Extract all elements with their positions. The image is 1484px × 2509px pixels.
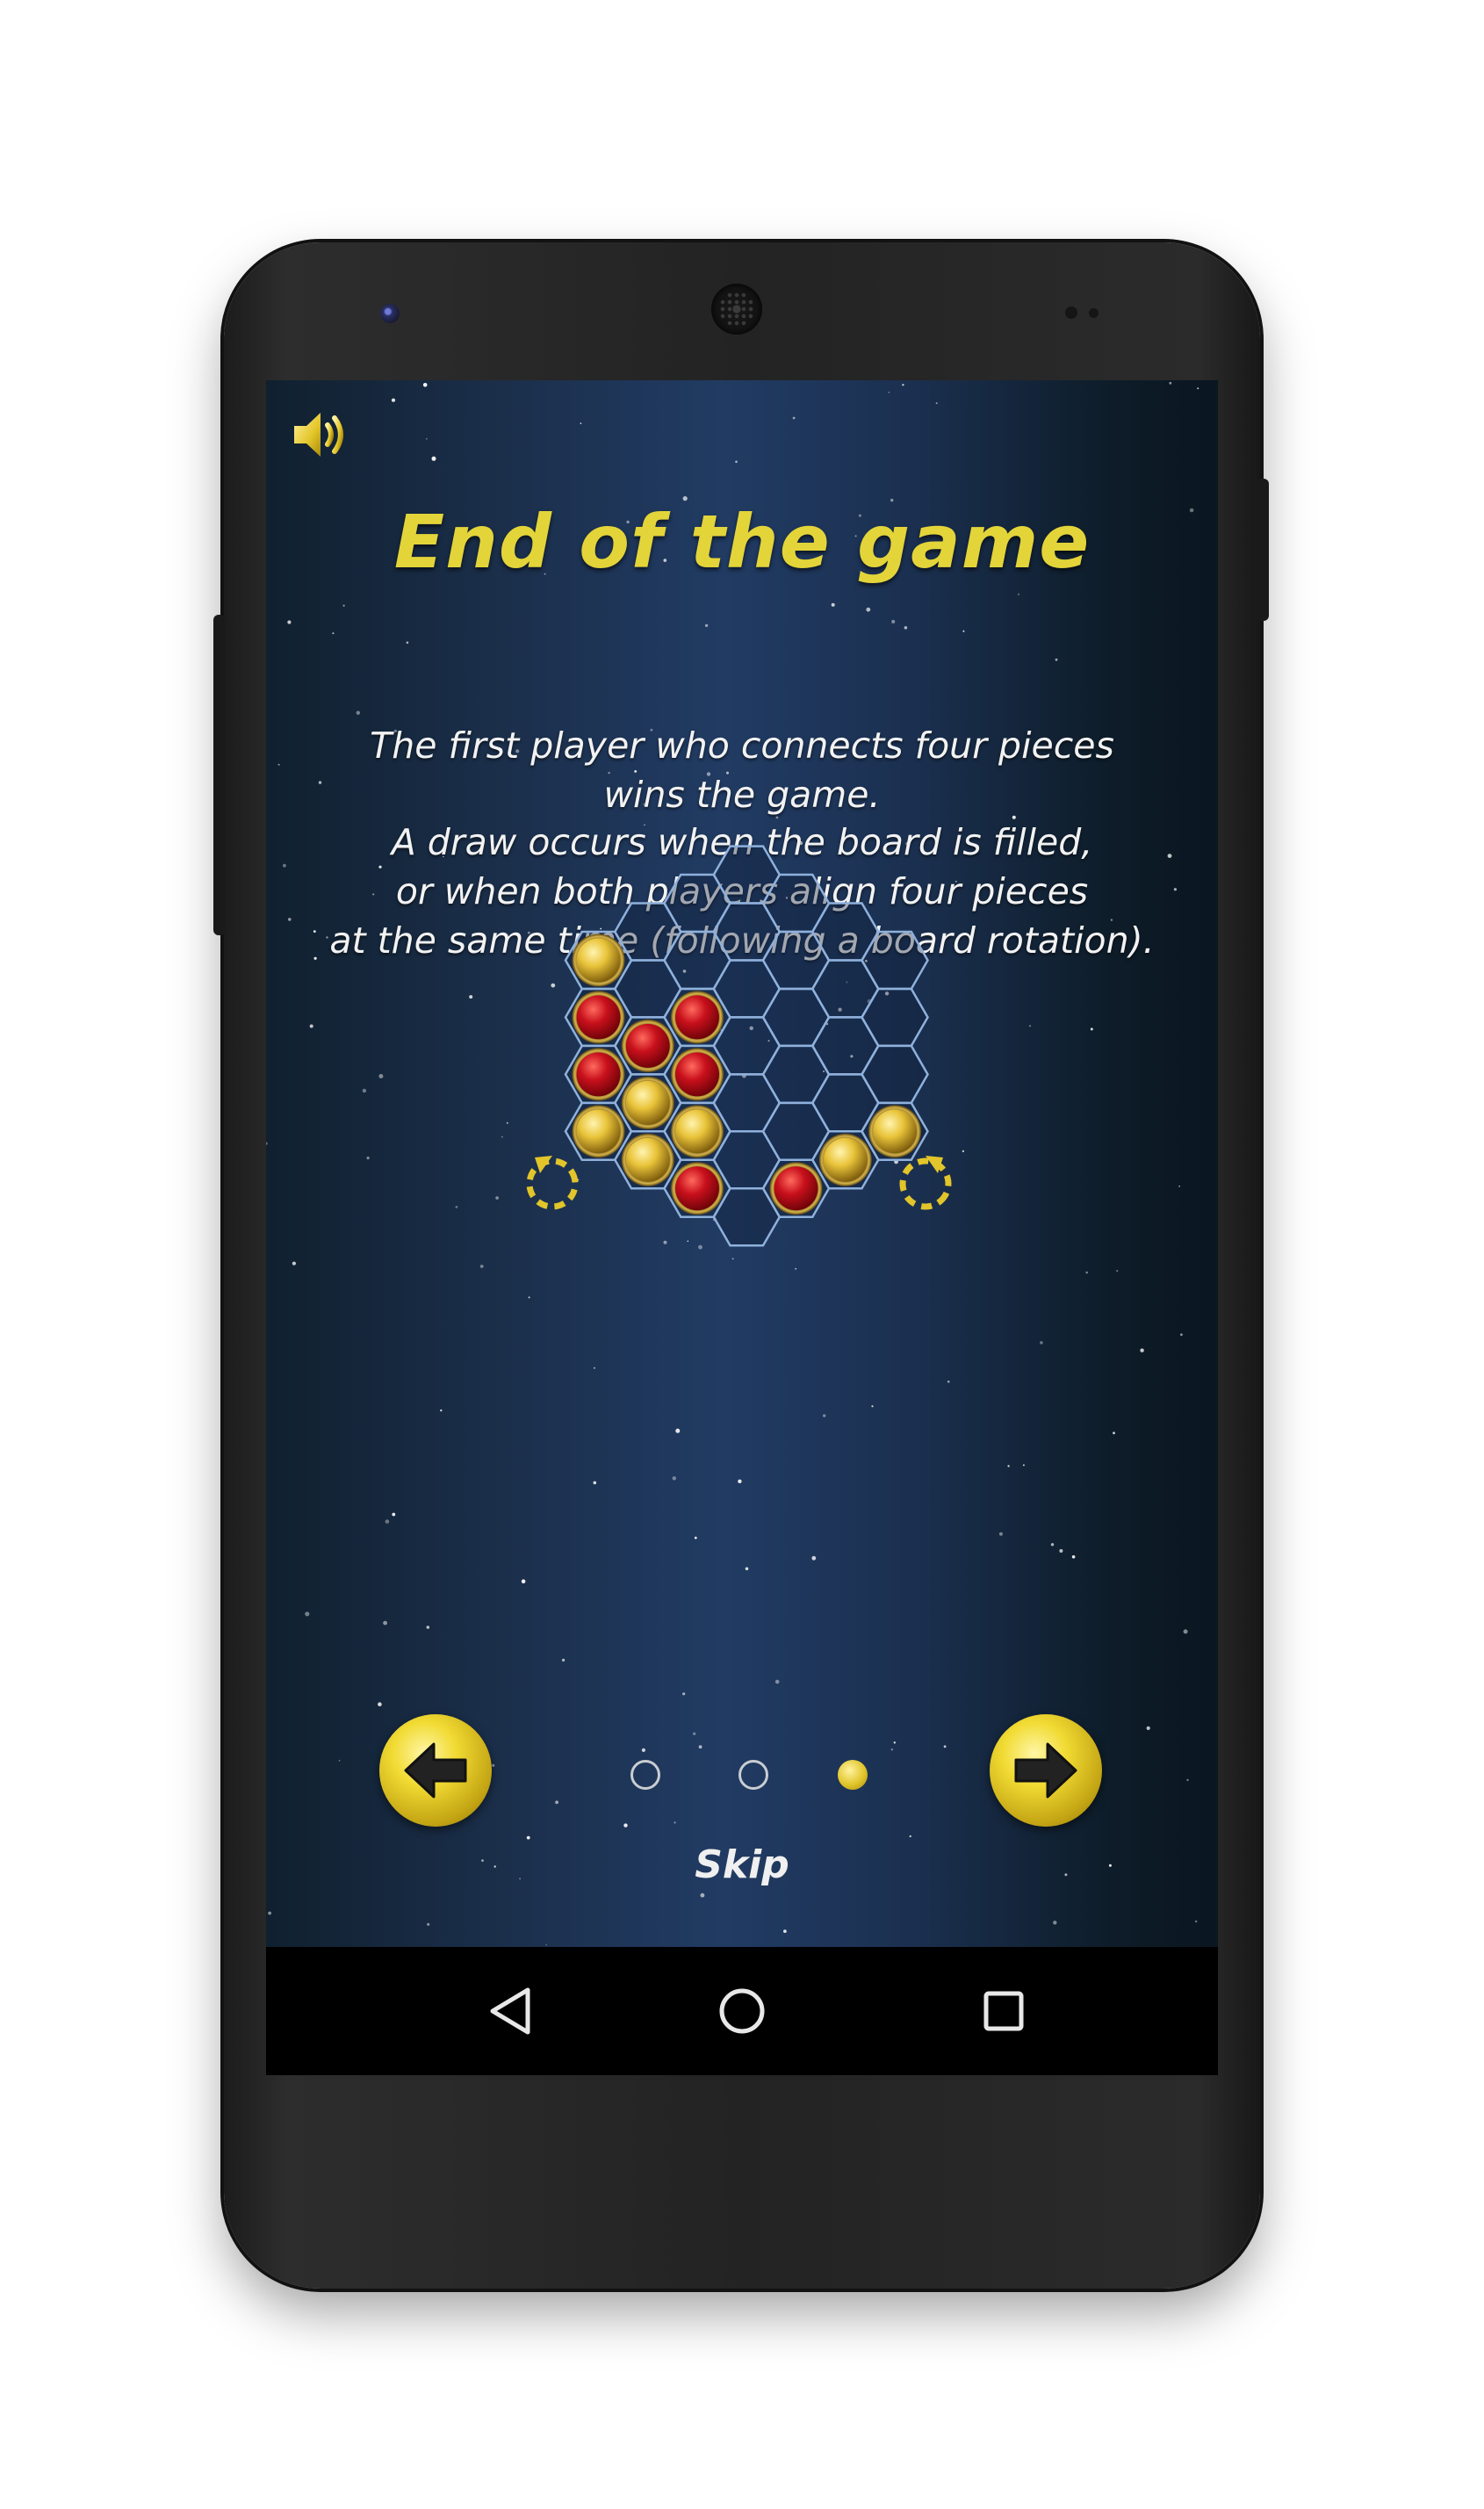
skip-button[interactable]: Skip bbox=[266, 1842, 1218, 1887]
yellow-piece bbox=[621, 1076, 674, 1129]
page-indicator-dot bbox=[630, 1760, 660, 1790]
proximity-sensor bbox=[1065, 306, 1077, 319]
page-indicator-dot bbox=[738, 1760, 768, 1790]
nav-recents-button[interactable] bbox=[969, 1976, 1039, 2046]
earpiece-speaker bbox=[711, 284, 762, 335]
red-piece bbox=[671, 1162, 724, 1215]
front-camera bbox=[380, 304, 400, 323]
volume-button bbox=[213, 615, 226, 935]
red-piece bbox=[671, 1048, 724, 1101]
yellow-piece bbox=[671, 1105, 724, 1158]
triangle-back-icon bbox=[490, 1987, 530, 2035]
light-sensor bbox=[1089, 308, 1099, 318]
red-piece bbox=[671, 991, 724, 1044]
page-indicator-dot-active bbox=[838, 1760, 868, 1790]
yellow-piece bbox=[818, 1133, 872, 1186]
square-recents-icon bbox=[983, 1991, 1024, 2031]
nav-home-button[interactable] bbox=[707, 1976, 777, 2046]
red-piece bbox=[572, 1048, 625, 1101]
yellow-piece bbox=[868, 1105, 921, 1158]
app-screen: End of the game The first player who con… bbox=[266, 380, 1218, 1947]
red-piece bbox=[769, 1162, 823, 1215]
hex-game-board[interactable] bbox=[266, 380, 1218, 1947]
red-piece bbox=[621, 1019, 674, 1072]
yellow-piece bbox=[572, 934, 625, 987]
yellow-piece bbox=[621, 1133, 674, 1186]
previous-button[interactable] bbox=[379, 1714, 492, 1827]
arrow-left-icon bbox=[404, 1742, 467, 1799]
nav-back-button[interactable] bbox=[477, 1976, 547, 2046]
next-button[interactable] bbox=[990, 1714, 1102, 1827]
red-piece bbox=[572, 991, 625, 1044]
power-button bbox=[1257, 479, 1269, 621]
android-navigation-bar bbox=[266, 1947, 1218, 2075]
yellow-piece bbox=[572, 1105, 625, 1158]
arrow-right-icon bbox=[1014, 1742, 1077, 1799]
circle-home-icon bbox=[719, 1988, 765, 2034]
